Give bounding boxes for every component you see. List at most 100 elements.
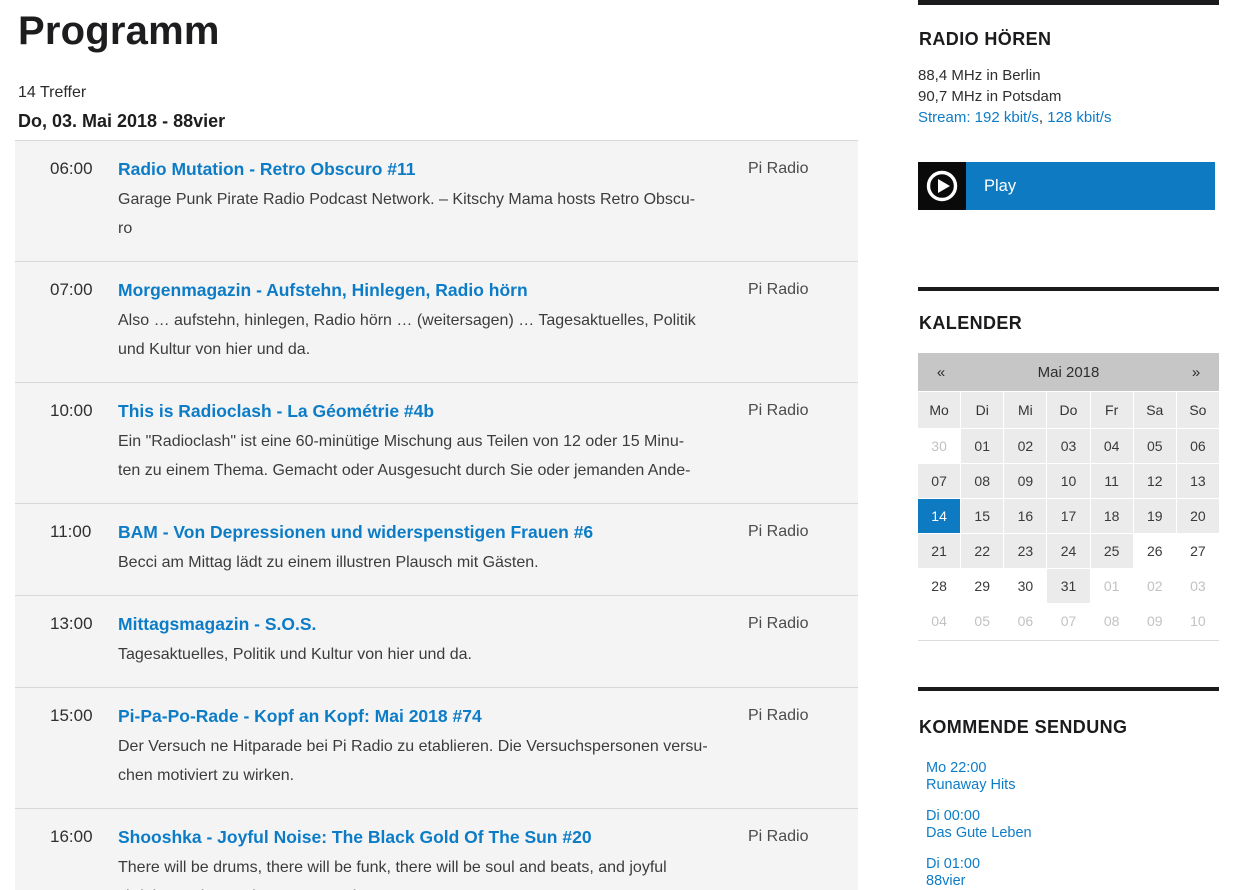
program-info: BAM - Von Depressionen und widerspenstig… — [118, 520, 748, 577]
station-label: Pi Radio — [748, 520, 858, 577]
station-label: Pi Radio — [748, 825, 858, 890]
upcoming-show-time: Di 00:00 — [926, 808, 1219, 825]
program-title-link[interactable]: Radio Mutation - Retro Obscuro #11 — [118, 157, 416, 181]
upcoming-show-link[interactable]: Di 00:00 Das Gute Leben — [926, 808, 1219, 842]
calendar-day: 07 — [1047, 604, 1089, 638]
calendar-day[interactable]: 23 — [1004, 534, 1046, 568]
calendar-day[interactable]: 24 — [1047, 534, 1089, 568]
calendar-day: 28 — [918, 569, 960, 603]
calendar-widget: « Mai 2018 » MoDiMiDoFrSaSo 300102030405… — [918, 353, 1219, 641]
calendar-day[interactable]: 04 — [1091, 429, 1133, 463]
section-divider — [918, 287, 1219, 291]
calendar-day[interactable]: 03 — [1047, 429, 1089, 463]
program-time: 07:00 — [15, 278, 118, 364]
play-label: Play — [984, 177, 1016, 196]
program-info: Radio Mutation - Retro Obscuro #11 Garag… — [118, 157, 748, 243]
calendar-next-button[interactable]: » — [1173, 364, 1219, 381]
stream-links: Stream: 192 kbit/s, 128 kbit/s — [918, 107, 1219, 128]
calendar-week-row: 28293031010203 — [918, 569, 1219, 603]
calendar-weekday: Sa — [1134, 392, 1176, 428]
calendar-day[interactable]: 12 — [1134, 464, 1176, 498]
frequency-berlin: 88,4 MHz in Berlin — [918, 65, 1219, 86]
top-divider — [918, 0, 1219, 5]
calendar-day[interactable]: 10 — [1047, 464, 1089, 498]
calendar-day[interactable]: 16 — [1004, 499, 1046, 533]
program-title-link[interactable]: Morgenmagazin - Aufstehn, Hinlegen, Radi… — [118, 278, 528, 302]
program-row: 06:00 Radio Mutation - Retro Obscuro #11… — [15, 140, 858, 261]
program-row: 07:00 Morgenmagazin - Aufstehn, Hinlegen… — [15, 261, 858, 382]
page-title: Programm — [18, 8, 858, 54]
calendar-day[interactable]: 13 — [1177, 464, 1219, 498]
calendar-weekday: Do — [1047, 392, 1089, 428]
calendar-week-row: 14151617181920 — [918, 499, 1219, 533]
upcoming-show-time: Di 01:00 — [926, 856, 1219, 873]
calendar-day[interactable]: 07 — [918, 464, 960, 498]
calendar-week-row: 30010203040506 — [918, 429, 1219, 463]
calendar-day[interactable]: 19 — [1134, 499, 1176, 533]
calendar-day[interactable]: 15 — [961, 499, 1003, 533]
program-time: 15:00 — [15, 704, 118, 790]
program-time: 06:00 — [15, 157, 118, 243]
stream-separator: , — [1039, 109, 1047, 126]
calendar-day[interactable]: 25 — [1091, 534, 1133, 568]
calendar-day[interactable]: 08 — [961, 464, 1003, 498]
section-divider — [918, 687, 1219, 691]
program-info: Morgenmagazin - Aufstehn, Hinlegen, Radi… — [118, 278, 748, 364]
calendar-day[interactable]: 14 — [918, 499, 960, 533]
calendar-day[interactable]: 06 — [1177, 429, 1219, 463]
calendar-day[interactable]: 21 — [918, 534, 960, 568]
upcoming-show-link[interactable]: Di 01:00 88vier — [926, 856, 1219, 890]
program-time: 16:00 — [15, 825, 118, 890]
program-title-link[interactable]: Shooshka - Joyful Noise: The Black Gold … — [118, 825, 592, 849]
calendar-day: 04 — [918, 604, 960, 638]
calendar-header: « Mai 2018 » — [918, 353, 1219, 391]
program-list: 06:00 Radio Mutation - Retro Obscuro #11… — [15, 140, 858, 890]
stream-128-link[interactable]: 128 kbit/s — [1047, 109, 1111, 126]
calendar-day[interactable]: 17 — [1047, 499, 1089, 533]
calendar-day: 30 — [918, 429, 960, 463]
calendar-day[interactable]: 09 — [1004, 464, 1046, 498]
calendar-day[interactable]: 31 — [1047, 569, 1089, 603]
program-title-link[interactable]: This is Radioclash - La Géométrie #4b — [118, 399, 434, 423]
kalender-heading: KALENDER — [919, 313, 1219, 334]
upcoming-show-link[interactable]: Mo 22:00 Runaway Hits — [926, 760, 1219, 794]
station-label: Pi Radio — [748, 612, 858, 669]
program-info: This is Radioclash - La Géométrie #4b Ei… — [118, 399, 748, 485]
calendar-day: 01 — [1091, 569, 1133, 603]
program-title-link[interactable]: BAM - Von Depressionen und widerspenstig… — [118, 520, 593, 544]
sidebar: RADIO HÖREN 88,4 MHz in Berlin 90,7 MHz … — [918, 0, 1219, 890]
station-label: Pi Radio — [748, 399, 858, 485]
upcoming-list: Mo 22:00 Runaway Hits Di 00:00 Das Gute … — [918, 760, 1219, 890]
play-button[interactable]: Play — [918, 162, 1215, 210]
calendar-day: 10 — [1177, 604, 1219, 638]
calendar-day[interactable]: 01 — [961, 429, 1003, 463]
page: Programm 14 Treffer Do, 03. Mai 2018 - 8… — [0, 0, 1239, 890]
program-info: Shooshka - Joyful Noise: The Black Gold … — [118, 825, 748, 890]
program-row: 16:00 Shooshka - Joyful Noise: The Black… — [15, 808, 858, 890]
station-label: Pi Radio — [748, 157, 858, 243]
calendar-weekday: Di — [961, 392, 1003, 428]
calendar-prev-button[interactable]: « — [918, 364, 964, 381]
calendar-day[interactable]: 22 — [961, 534, 1003, 568]
calendar-day[interactable]: 20 — [1177, 499, 1219, 533]
program-time: 11:00 — [15, 520, 118, 577]
program-title-link[interactable]: Pi-Pa-Po-Rade - Kopf an Kopf: Mai 2018 #… — [118, 704, 482, 728]
calendar-weekday-row: MoDiMiDoFrSaSo — [918, 392, 1219, 428]
program-description: Der Versuch ne Hitparade bei Pi Radio zu… — [118, 732, 738, 790]
stream-192-link[interactable]: Stream: 192 kbit/s — [918, 109, 1039, 126]
calendar-day[interactable]: 05 — [1134, 429, 1176, 463]
calendar-days: 3001020304050607080910111213141516171819… — [918, 429, 1219, 641]
calendar-week-row: 07080910111213 — [918, 464, 1219, 498]
results-count: 14 Treffer — [18, 84, 858, 102]
calendar-month-label: Mai 2018 — [964, 364, 1173, 381]
calendar-weekday: Mo — [918, 392, 960, 428]
program-title-link[interactable]: Mittagsmagazin - S.O.S. — [118, 612, 316, 636]
program-row: 13:00 Mittagsmagazin - S.O.S. Tagesaktue… — [15, 595, 858, 687]
calendar-day[interactable]: 11 — [1091, 464, 1133, 498]
upcoming-show-title: Runaway Hits — [926, 777, 1219, 794]
calendar-day[interactable]: 02 — [1004, 429, 1046, 463]
calendar-day: 27 — [1177, 534, 1219, 568]
program-row: 15:00 Pi-Pa-Po-Rade - Kopf an Kopf: Mai … — [15, 687, 858, 808]
calendar-day: 26 — [1134, 534, 1176, 568]
calendar-day[interactable]: 18 — [1091, 499, 1133, 533]
